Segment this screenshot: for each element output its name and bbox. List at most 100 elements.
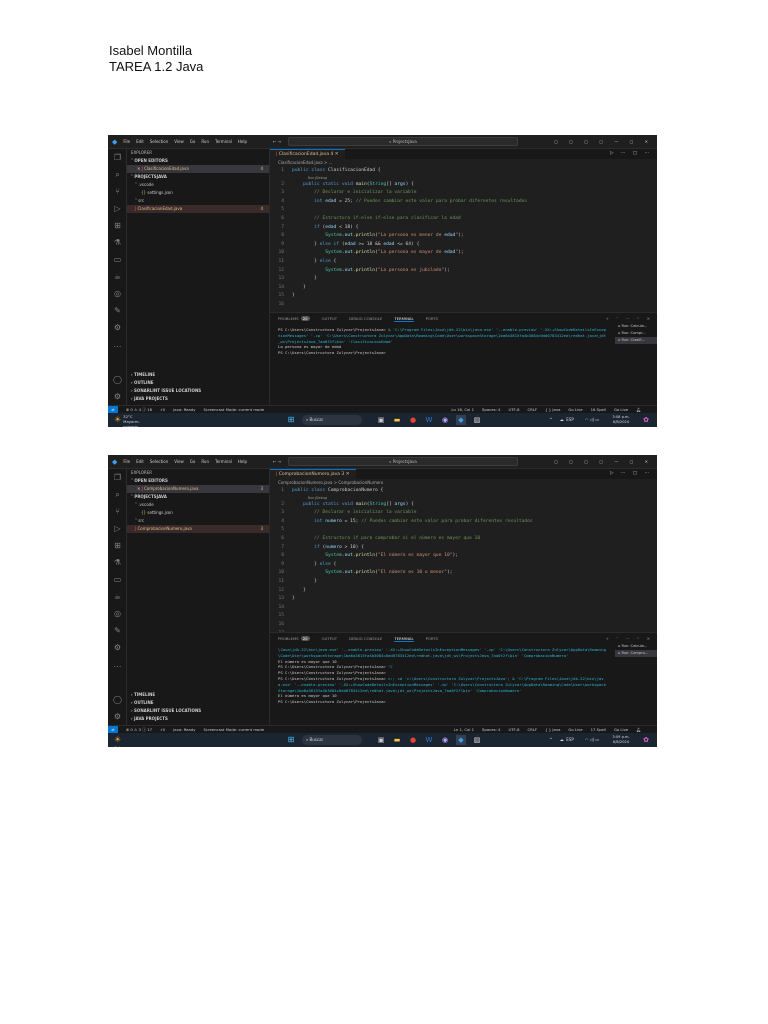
network-volume-battery-icons[interactable]: ◠ ◁) ▭ [578, 735, 606, 745]
status-left-item[interactable]: Screencast Mode: current mode [203, 406, 264, 413]
testing-icon[interactable]: ⚗ [108, 234, 127, 251]
nav-arrows[interactable]: ← → [273, 139, 281, 144]
clock[interactable]: 3:08 p.m. 6/8/2024 [608, 415, 634, 425]
panel-tab-output[interactable]: OUTPUT [322, 636, 337, 641]
weather-widget[interactable]: ☀ 32°C Mayorm. soleado [114, 414, 147, 427]
task-view-icon[interactable]: ▣ [376, 415, 386, 425]
editor-tab-active[interactable]: J ComprobacionNumero.java 3 ✕ [270, 469, 356, 479]
menu-edit[interactable]: Edit [136, 459, 144, 464]
panel-tab-debug-console[interactable]: DEBUG CONSOLE [349, 636, 382, 641]
editor-actions[interactable]: ▷ ⋯ ▢ ⋯ [610, 469, 657, 479]
status-left-item[interactable]: ⊗ 0 ⚠ 4 ⓘ 16 [126, 406, 152, 413]
panel-tab-output[interactable]: OUTPUT [322, 316, 337, 321]
open-editor-item[interactable]: ✕ J ComprobacionNumero.java 3 [127, 485, 269, 493]
language-indicator[interactable]: ESP [563, 735, 577, 745]
source-control-icon[interactable]: ⑂ [108, 183, 127, 200]
status-left-item[interactable]: Screencast Mode: current mode [203, 726, 264, 733]
folder-icon[interactable]: ▭ [108, 571, 127, 588]
source-control-icon[interactable]: ⑂ [108, 503, 127, 520]
menu-view[interactable]: View [174, 459, 184, 464]
status-left-item[interactable]: ⊗ 0 ⚠ 3 ⓘ 17 [126, 726, 152, 733]
terminal-output[interactable]: \Java\jdk-22\bin\java.exe' '--enable-pre… [278, 647, 608, 705]
weather-widget[interactable]: ☀CalorAhora [114, 734, 125, 747]
terminal-instance[interactable]: ⌂ Run: Compr... [615, 330, 657, 337]
status-right-item[interactable]: Go Live [568, 727, 582, 732]
menu-edit[interactable]: Edit [136, 139, 144, 144]
open-editors-section[interactable]: ˅ OPEN EDITORS [127, 477, 269, 485]
folder-icon[interactable]: ▭ [108, 251, 127, 268]
files-icon[interactable]: ❐ [108, 149, 127, 166]
section-outline[interactable]: › OUTLINE [127, 699, 269, 707]
status-right-item[interactable]: { } Java [545, 727, 560, 732]
status-right-item[interactable]: CRLF [528, 727, 538, 732]
panel-tab-terminal[interactable]: TERMINAL [394, 316, 414, 322]
menu-run[interactable]: Run [201, 459, 209, 464]
extensions-icon[interactable]: ⊞ [108, 217, 127, 234]
panel-actions[interactable]: + ˅ ⋯ ^ ✕ [606, 316, 653, 321]
src-java-file[interactable]: J ComprobacionNumero.java 3 [127, 525, 269, 533]
command-search-box[interactable]: ⌕ ProjectsJava [288, 457, 518, 466]
menu-terminal[interactable]: Terminal [215, 139, 232, 144]
status-left-item[interactable]: Java: Ready [173, 406, 195, 413]
terminal-output[interactable]: PS C:\Users\Constructora Zulycar\Project… [278, 327, 608, 356]
manage-gear-icon[interactable]: ⚙ [108, 388, 127, 405]
src-java-file[interactable]: J ClasificacionEdad.java 4 [127, 205, 269, 213]
notifications-bell-icon[interactable]: 🔔︎ [636, 727, 641, 732]
close-tab-icon[interactable]: ✕ [344, 472, 350, 477]
run-debug-icon[interactable]: ▷ [108, 200, 127, 217]
settings-file[interactable]: {} settings.json [127, 509, 269, 517]
section-timeline[interactable]: › TIMELINE [127, 371, 269, 379]
section-sonarlint-issue-locations[interactable]: › SONARLINT ISSUE LOCATIONS [127, 707, 269, 715]
remote-icon[interactable]: ◎ [108, 605, 127, 622]
window-controls[interactable]: ▢ ▢ ▢ ▢ — ▢ ✕ [554, 139, 653, 144]
menu-terminal[interactable]: Terminal [215, 459, 232, 464]
sonarlint-icon[interactable]: ⚙ [108, 319, 127, 336]
menu-view[interactable]: View [174, 139, 184, 144]
language-indicator[interactable]: ESP [563, 415, 577, 425]
start-button[interactable]: ⊞ [286, 415, 296, 425]
section-java-projects[interactable]: › JAVA PROJECTS [127, 395, 269, 403]
app-icon[interactable]: ◉ [440, 735, 450, 745]
project-folder[interactable]: ˅ PROJECTSJAVA [127, 173, 269, 181]
vscode-folder[interactable]: ˅ .vscode [127, 501, 269, 509]
window-controls[interactable]: ▢ ▢ ▢ ▢ — ▢ ✕ [554, 459, 653, 464]
status-right-item[interactable]: Go Live [614, 407, 628, 412]
command-search-box[interactable]: ⌕ ProjectsJava [288, 137, 518, 146]
status-right-item[interactable]: Go Live [568, 407, 582, 412]
network-volume-battery-icons[interactable]: ◠ ◁) ▭ [578, 415, 606, 425]
remote-icon[interactable]: ◎ [108, 285, 127, 302]
code-editor[interactable]: 1 public class ClasificacionEdad {Run|Deb… [270, 167, 657, 310]
paint-icon[interactable]: ▨ [472, 415, 482, 425]
section-timeline[interactable]: › TIMELINE [127, 691, 269, 699]
file-explorer-icon[interactable]: ▬ [392, 415, 402, 425]
settings-file[interactable]: {} settings.json [127, 189, 269, 197]
start-button[interactable]: ⊞ [286, 735, 296, 745]
taskbar-search[interactable]: ⌕ Buscar [302, 415, 362, 425]
menu-file[interactable]: File [123, 139, 130, 144]
status-left-item[interactable]: Java: Ready [173, 726, 195, 733]
menu-run[interactable]: Run [201, 139, 209, 144]
status-right-item[interactable]: UTF-8 [508, 727, 519, 732]
status-right-item[interactable]: Spaces: 4 [482, 727, 500, 732]
vscode-icon[interactable]: ◆ [456, 415, 466, 425]
terminal-instance[interactable]: ⌂ Run: Calcula... [615, 323, 657, 330]
panel-tab-ports[interactable]: PORTS [426, 636, 438, 641]
remote-indicator-icon[interactable]: ⇄ [108, 726, 118, 733]
status-left-item[interactable]: ⚡0 [160, 726, 165, 733]
status-left-item[interactable]: ⚡0 [160, 406, 165, 413]
java-icon[interactable]: ☕ [108, 268, 127, 285]
menu-go[interactable]: Go [190, 139, 196, 144]
panel-tab-problems[interactable]: PROBLEMS [278, 316, 299, 321]
account-icon[interactable]: ◯ [108, 691, 127, 708]
files-icon[interactable]: ❐ [108, 469, 127, 486]
manage-gear-icon[interactable]: ⚙ [108, 708, 127, 725]
close-tab-icon[interactable]: ✕ [333, 152, 339, 157]
copilot-icon[interactable]: ✿ [641, 735, 651, 745]
status-right-item[interactable]: 17 Spell [591, 727, 606, 732]
file-explorer-icon[interactable]: ▬ [392, 735, 402, 745]
vscode-folder[interactable]: ˅ .vscode [127, 181, 269, 189]
src-folder[interactable]: ˅ src [127, 197, 269, 205]
taskbar-search[interactable]: ⌕ Buscar [302, 735, 362, 745]
testing-icon[interactable]: ⚗ [108, 554, 127, 571]
panel-tab-ports[interactable]: PORTS [426, 316, 438, 321]
